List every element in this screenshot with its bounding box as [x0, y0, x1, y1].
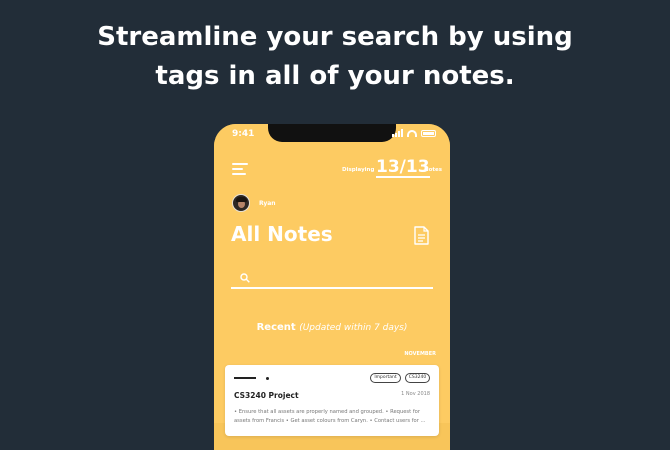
card-marker: [234, 377, 256, 379]
note-title: CS3240 Project: [234, 391, 299, 400]
recent-title: Recent: [256, 322, 296, 333]
note-date: 1 Nov 2018: [401, 391, 430, 397]
search-field[interactable]: [231, 269, 433, 289]
avatar[interactable]: [232, 194, 250, 212]
signal-icon: [392, 129, 403, 137]
user-name: Ryan: [259, 200, 276, 207]
page-title: All Notes: [231, 222, 333, 246]
notes-count-value: 13/13: [376, 157, 430, 178]
document-icon[interactable]: [414, 226, 429, 245]
headline-line-1: Streamline your search by using: [97, 22, 573, 52]
note-body: • Ensure that all assets are properly na…: [234, 409, 426, 424]
tag-cs3240[interactable]: CS3240: [405, 373, 430, 383]
notes-label: Notes: [424, 167, 443, 173]
card-marker-dot: [266, 377, 269, 380]
phone-notch: [268, 124, 396, 142]
headline-line-2: tags in all of your notes.: [155, 61, 515, 91]
month-label: NOVEMBER: [404, 351, 436, 357]
hamburger-menu-icon[interactable]: [232, 163, 248, 175]
notes-count: 13/13: [376, 157, 430, 178]
status-icons: [392, 129, 436, 137]
recent-subtitle: (Updated within 7 days): [299, 323, 408, 333]
battery-icon: [421, 129, 436, 137]
note-card[interactable]: Important CS3240 CS3240 Project 1 Nov 20…: [225, 365, 439, 436]
tag-important[interactable]: Important: [370, 373, 401, 383]
status-time: 9:41: [232, 129, 255, 139]
recent-section-title: Recent (Updated within 7 days): [214, 322, 450, 333]
phone-screen: 9:41 Displaying 13/13 Notes Ryan All Not…: [214, 124, 450, 450]
search-icon: [240, 273, 250, 283]
wifi-icon: [407, 129, 417, 137]
displaying-label: Displaying: [342, 167, 375, 173]
headline: Streamline your search by using tags in …: [0, 18, 670, 96]
